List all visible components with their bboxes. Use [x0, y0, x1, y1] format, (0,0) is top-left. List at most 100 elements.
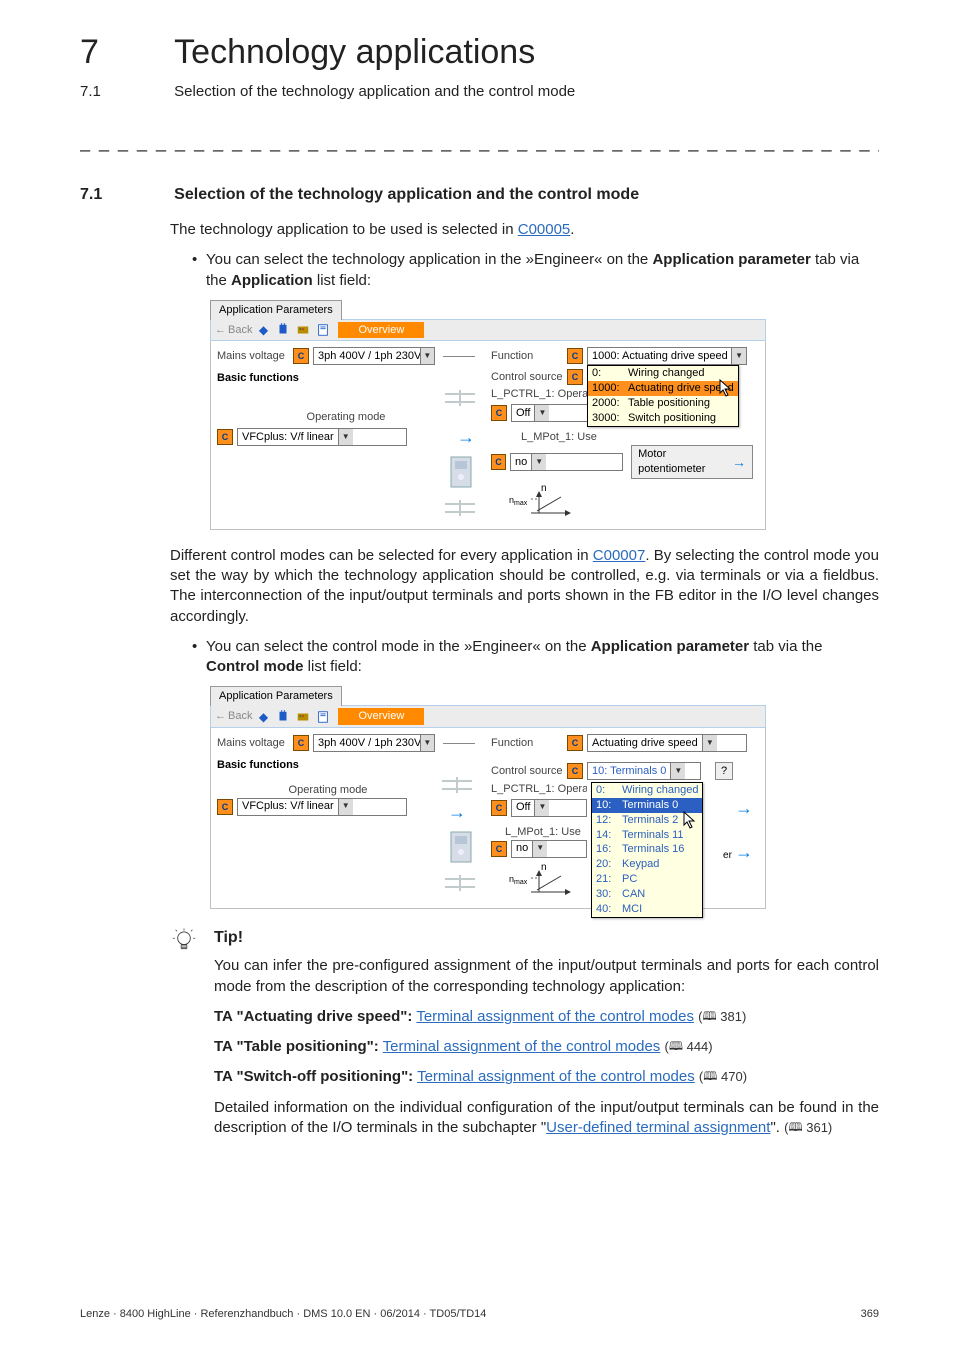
section-title: Selection of the technology application … — [174, 184, 639, 206]
mains-voltage-combo[interactable]: 3ph 400V / 1ph 230V▼ — [313, 734, 435, 752]
c-chip-icon[interactable]: C — [217, 799, 233, 815]
list-item[interactable]: 2000:Table positioning — [588, 396, 738, 411]
page-number: 369 — [861, 1307, 879, 1322]
mains-voltage-label: Mains voltage — [217, 349, 289, 364]
lpctrl-label: L_PCTRL_1: Operatin — [491, 387, 587, 402]
section-heading: 7.1 Selection of the technology applicat… — [80, 184, 879, 206]
mains-voltage-label: Mains voltage — [217, 736, 289, 751]
link-terminal-assignment[interactable]: Terminal assignment of the control modes — [416, 1008, 694, 1025]
tip-intro: You can infer the pre-configured assignm… — [214, 956, 879, 997]
c-chip-icon[interactable]: C — [567, 763, 583, 779]
list-item[interactable]: 0:Wiring changed — [588, 366, 738, 381]
c-chip-icon[interactable]: C — [491, 841, 507, 857]
n-nmax-diagram: nnmax — [511, 483, 571, 519]
chevron-down-icon: ▼ — [338, 799, 353, 815]
proceed-arrow-icon[interactable]: → — [457, 425, 475, 449]
board-icon[interactable] — [294, 709, 312, 725]
c-chip-icon[interactable]: C — [491, 800, 507, 816]
screenshot-app-parameter-1: Application Parameters ← Back ◆ Overview… — [210, 299, 766, 530]
lpctrl-label: L_PCTRL_1: Operatin — [491, 782, 587, 797]
sheet-icon[interactable] — [314, 709, 332, 725]
list-item[interactable]: 3000:Switch positioning — [588, 411, 738, 426]
control-source-combo[interactable]: 10: Terminals 0▼ — [587, 762, 701, 780]
page-header: 7 Technology applications 7.1 Selection … — [80, 30, 879, 102]
plug-icon[interactable] — [274, 709, 292, 725]
link-user-defined-assignment[interactable]: User-defined terminal assignment — [546, 1119, 770, 1136]
lmpot-label: L_MPot_1: Use — [521, 430, 597, 445]
diamond-icon[interactable]: ◆ — [254, 322, 272, 338]
er-arrow[interactable]: er → — [723, 840, 753, 864]
c-chip-icon[interactable]: C — [567, 369, 583, 385]
c-chip-icon[interactable]: C — [491, 454, 506, 470]
lpctrl-combo[interactable]: Off▼ — [511, 799, 587, 817]
tip-detail: Detailed information on the individual c… — [214, 1098, 879, 1139]
svg-text:nmax: nmax — [509, 495, 528, 507]
bullet-control-mode: You can select the control mode in the »… — [192, 637, 879, 678]
lmpot-label: L_MPot_1: Use — [505, 825, 581, 840]
function-label: Function — [491, 736, 563, 751]
motor-potentiometer-button[interactable]: Motor potentiometer→ — [631, 445, 753, 479]
ta-actuating: TA "Actuating drive speed": Terminal ass… — [214, 1007, 879, 1027]
help-button[interactable]: ? — [715, 762, 733, 780]
device-icon — [447, 830, 475, 864]
c-chip-icon[interactable]: C — [491, 405, 507, 421]
list-item[interactable]: 21:PC — [592, 872, 702, 887]
back-button[interactable]: ← Back — [215, 323, 252, 338]
chevron-down-icon: ▼ — [670, 763, 685, 779]
board-icon[interactable] — [294, 322, 312, 338]
control-source-dropdown-list[interactable]: 0:Wiring changed 10:Terminals 0 12:Termi… — [591, 782, 703, 918]
tab-application-parameters[interactable]: Application Parameters — [210, 300, 342, 320]
circuit-icon — [442, 775, 472, 795]
lmpot-combo[interactable]: no▼ — [510, 453, 623, 471]
list-item[interactable]: 30:CAN — [592, 887, 702, 902]
diamond-icon[interactable]: ◆ — [254, 709, 272, 725]
lmpot-combo[interactable]: no▼ — [511, 840, 587, 858]
mains-voltage-combo[interactable]: 3ph 400V / 1ph 230V▼ — [313, 347, 435, 365]
divider-dashes: _ _ _ _ _ _ _ _ _ _ _ _ _ _ _ _ _ _ _ _ … — [80, 130, 879, 154]
back-button[interactable]: ← Back — [215, 709, 252, 724]
book-icon: 🕮 — [788, 1119, 802, 1135]
c-chip-icon[interactable]: C — [567, 735, 583, 751]
operating-mode-combo[interactable]: VFCplus: V/f linear▼ — [237, 428, 407, 446]
link-c00005[interactable]: C00005 — [518, 221, 571, 238]
operating-mode-label: Operating mode — [289, 783, 368, 798]
overview-button[interactable]: Overview — [338, 708, 424, 725]
list-item[interactable]: 20:Keypad — [592, 857, 702, 872]
chevron-down-icon: ▼ — [420, 735, 434, 751]
svg-text:nmax: nmax — [509, 874, 528, 886]
link-c00007[interactable]: C00007 — [593, 547, 646, 564]
list-item[interactable]: 1000:Actuating drive speed — [588, 381, 738, 396]
operating-mode-combo[interactable]: VFCplus: V/f linear▼ — [237, 798, 407, 816]
link-terminal-assignment[interactable]: Terminal assignment of the control modes — [417, 1068, 695, 1085]
chapter-title: Technology applications — [174, 30, 535, 76]
function-combo[interactable]: Actuating drive speed▼ — [587, 734, 747, 752]
chevron-down-icon: ▼ — [531, 454, 546, 470]
tip-heading: Tip! — [214, 927, 879, 949]
basic-functions-group: Basic functions — [217, 758, 475, 773]
section-number: 7.1 — [80, 184, 170, 206]
c-chip-icon[interactable]: C — [567, 348, 583, 364]
book-icon: 🕮 — [703, 1068, 717, 1084]
list-item[interactable]: 0:Wiring changed — [592, 783, 702, 798]
c-chip-icon[interactable]: C — [293, 735, 309, 751]
chevron-down-icon: ▼ — [731, 348, 746, 364]
function-label: Function — [491, 349, 563, 364]
list-item[interactable]: 40:MCI — [592, 902, 702, 917]
sheet-icon[interactable] — [314, 322, 332, 338]
overview-button[interactable]: Overview — [338, 322, 424, 339]
circuit-icon — [445, 498, 475, 518]
link-terminal-assignment[interactable]: Terminal assignment of the control modes — [383, 1038, 661, 1055]
function-combo[interactable]: 1000: Actuating drive speed▼ — [587, 347, 747, 365]
function-dropdown-list[interactable]: 0:Wiring changed 1000:Actuating drive sp… — [587, 365, 739, 426]
tab-application-parameters[interactable]: Application Parameters — [210, 686, 342, 706]
chevron-down-icon: ▼ — [420, 348, 434, 364]
list-item[interactable]: 16:Terminals 16 — [592, 842, 702, 857]
proceed-arrow-icon[interactable]: → — [735, 796, 753, 820]
section-number-top: 7.1 — [80, 82, 170, 102]
plug-icon[interactable] — [274, 322, 292, 338]
chevron-down-icon: ▼ — [702, 735, 717, 751]
c-chip-icon[interactable]: C — [293, 348, 309, 364]
proceed-arrow-icon[interactable]: → — [439, 800, 475, 824]
chevron-down-icon: ▼ — [532, 841, 547, 857]
c-chip-icon[interactable]: C — [217, 429, 233, 445]
